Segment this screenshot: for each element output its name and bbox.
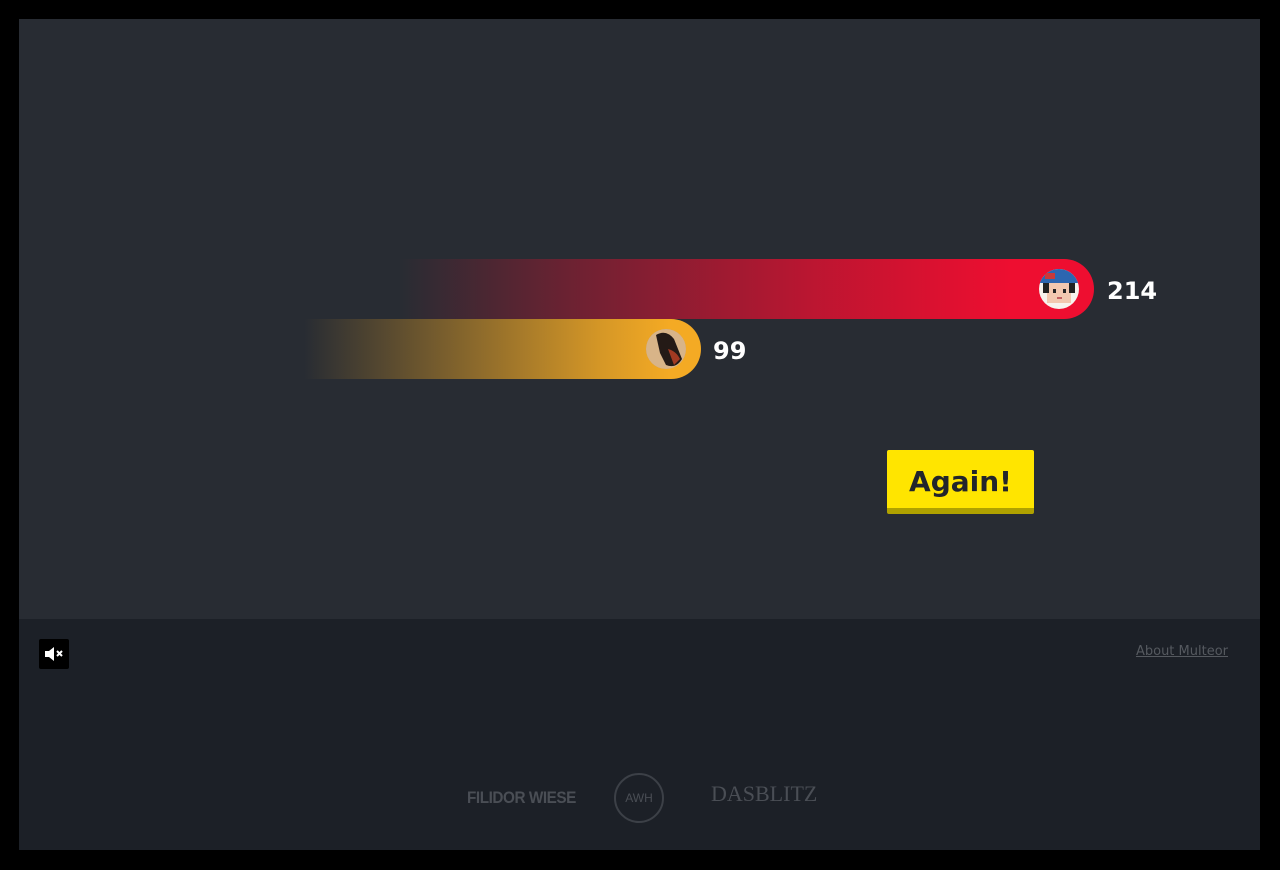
- player-2-score: 99: [713, 337, 747, 365]
- player-1-score: 214: [1107, 277, 1158, 305]
- player-2-score-bar: [304, 319, 701, 379]
- pixel-boy-avatar-icon: [1039, 269, 1079, 309]
- player-1-score-bar: [399, 259, 1094, 319]
- awh-logo[interactable]: AWH: [614, 773, 664, 823]
- sponsor-logos: FILIDOR WIESE AWH DASBLITZ: [19, 773, 1260, 825]
- filidor-wiese-logo[interactable]: FILIDOR WIESE: [467, 788, 576, 808]
- speaker-muted-icon[interactable]: [39, 639, 69, 669]
- dasblitz-logo[interactable]: DASBLITZ: [711, 781, 817, 807]
- again-button[interactable]: Again!: [887, 450, 1034, 514]
- results-stage: 214 99 Again!: [19, 19, 1260, 619]
- photo-avatar-icon: [646, 329, 686, 369]
- game-frame: 214 99 Again! About Multeor FILIDOR WIES…: [19, 19, 1260, 850]
- about-multeor-link[interactable]: About Multeor: [1136, 644, 1228, 659]
